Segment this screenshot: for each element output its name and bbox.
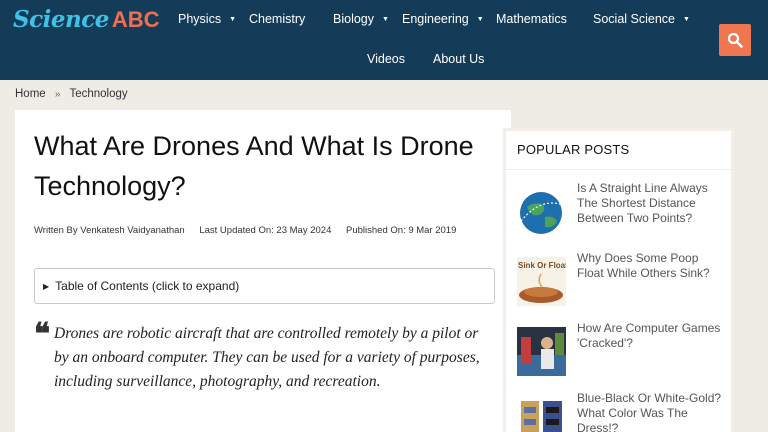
breadcrumb-separator: » bbox=[54, 89, 61, 100]
popular-post-4[interactable]: Blue-Black Or White-Gold? What Color Was… bbox=[517, 391, 729, 432]
chevron-down-icon: ▼ bbox=[382, 16, 389, 23]
sidebar-divider bbox=[506, 169, 731, 170]
post-title: Is A Straight Line Always The Shortest D… bbox=[577, 181, 708, 225]
popular-posts-heading: POPULAR POSTS bbox=[517, 142, 630, 157]
breadcrumb-home[interactable]: Home bbox=[15, 88, 46, 100]
chevron-down-icon: ▼ bbox=[229, 16, 237, 23]
breadcrumb: Home » Technology bbox=[15, 88, 128, 100]
article-author: Written By Venkatesh Vaidyanathan bbox=[34, 225, 185, 236]
popular-post-2[interactable]: Sink Or Float Why Does Some Poop Float W… bbox=[517, 251, 729, 309]
article-lead-paragraph: Drones are robotic aircraft that are con… bbox=[54, 325, 480, 390]
nav-engineering[interactable]: Engineering ▼ bbox=[402, 11, 484, 28]
table-of-contents-toggle[interactable]: ▶ Table of Contents (click to expand) bbox=[34, 268, 495, 304]
nav-physics-label: Physics bbox=[178, 12, 222, 26]
expand-triangle-icon: ▶ bbox=[43, 282, 50, 291]
post-thumbnail-globe bbox=[517, 187, 566, 236]
article-card: What Are Drones And What Is Drone Techno… bbox=[15, 110, 511, 432]
site-header: Science ABC Physics ▼ Chemistry Biology ▼ … bbox=[0, 0, 768, 80]
site-logo[interactable]: Science ABC bbox=[13, 6, 160, 34]
nav-about-us[interactable]: About Us bbox=[433, 51, 484, 67]
popular-post-3[interactable]: How Are Computer Games 'Cracked'? bbox=[517, 321, 729, 379]
post-thumbnail-dress bbox=[517, 397, 566, 432]
nav-mathematics[interactable]: Mathematics bbox=[496, 11, 567, 27]
search-button[interactable] bbox=[719, 24, 751, 56]
nav-social-science-label: Social Science bbox=[593, 12, 675, 26]
nav-engineering-label: Engineering bbox=[402, 12, 469, 26]
popular-post-1[interactable]: Is A Straight Line Always The Shortest D… bbox=[517, 181, 729, 239]
popular-posts-sidebar: POPULAR POSTS Is A Straight Line Always … bbox=[503, 128, 734, 432]
nav-videos[interactable]: Videos bbox=[367, 51, 405, 67]
breadcrumb-technology[interactable]: Technology bbox=[69, 88, 127, 100]
logo-abc-text: ABC bbox=[111, 7, 160, 32]
quote-icon: ❝ bbox=[34, 317, 51, 352]
post-title: How Are Computer Games 'Cracked'? bbox=[577, 321, 721, 350]
nav-videos-label: Videos bbox=[367, 52, 405, 66]
article-meta: Written By Venkatesh Vaidyanathan Last U… bbox=[34, 218, 474, 243]
article-updated-date: Last Updated On: 23 May 2024 bbox=[199, 225, 332, 236]
nav-social-science[interactable]: Social Science ▼ bbox=[593, 11, 690, 28]
logo-science-text: Science bbox=[13, 6, 109, 33]
toc-label: Table of Contents (click to expand) bbox=[55, 279, 240, 293]
nav-biology-label: Biology bbox=[333, 12, 374, 26]
nav-about-us-label: About Us bbox=[433, 52, 485, 66]
search-icon bbox=[727, 32, 743, 48]
chevron-down-icon: ▼ bbox=[476, 16, 484, 23]
chevron-down-icon: ▼ bbox=[683, 16, 690, 23]
nav-physics[interactable]: Physics ▼ bbox=[178, 11, 236, 28]
nav-chemistry[interactable]: Chemistry bbox=[249, 11, 305, 27]
nav-biology[interactable]: Biology ▼ bbox=[333, 11, 389, 28]
post-title: Blue-Black Or White-Gold? What Color Was… bbox=[577, 391, 722, 432]
thumb-caption: Sink Or Float bbox=[518, 261, 566, 270]
article-published-date: Published On: 9 Mar 2019 bbox=[346, 225, 457, 236]
nav-chemistry-label: Chemistry bbox=[249, 12, 306, 26]
post-thumbnail-sink-or-float: Sink Or Float bbox=[517, 257, 566, 306]
post-title: Why Does Some Poop Float While Others Si… bbox=[577, 251, 710, 280]
page-title: What Are Drones And What Is Drone Techno… bbox=[34, 131, 474, 201]
nav-mathematics-label: Mathematics bbox=[496, 12, 567, 26]
post-thumbnail-games bbox=[517, 327, 566, 376]
